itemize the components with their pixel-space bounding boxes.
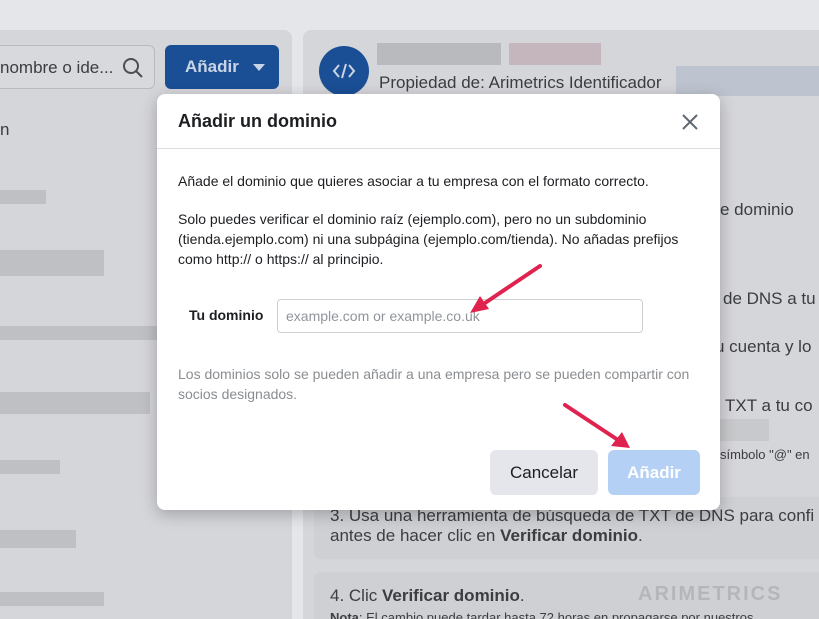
step-4-prefix: 4. Clic [330, 586, 382, 605]
txt-fragment: TXT a tu co [725, 396, 813, 415]
step-3-line-2: antes de hacer clic en Verificar dominio… [330, 526, 643, 546]
domain-field-label: Tu dominio [189, 307, 264, 323]
dialog-header: Añadir un dominio [157, 94, 720, 149]
step-3-suffix: . [638, 526, 643, 545]
blurred-title [377, 43, 501, 65]
blurred-list-item [0, 250, 104, 276]
code-icon [319, 46, 369, 96]
dialog-instructions: Solo puedes verificar el dominio raíz (e… [178, 211, 679, 267]
step-4-bold: Verificar dominio [381, 586, 520, 605]
blurred-title [509, 43, 601, 65]
add-domain-dialog: Añadir un dominio Añade el dominio que q… [157, 94, 720, 510]
dns-fragment: de DNS a tu [723, 289, 816, 308]
left-fragment: n [0, 120, 10, 139]
caret-down-icon [252, 63, 265, 71]
blurred-list-item [0, 530, 76, 548]
blurred-identifier [676, 66, 819, 96]
blurred-list-item [0, 190, 46, 204]
step-4-line: 4. Clic Verificar dominio. [330, 586, 525, 606]
step-3-bold: Verificar dominio [500, 526, 639, 545]
search-icon[interactable] [122, 57, 144, 79]
note-bold: Nota [330, 610, 359, 619]
add-dropdown-button[interactable]: Añadir [165, 45, 279, 89]
blurred-list-item [0, 392, 150, 414]
step-4-suffix: . [519, 586, 525, 605]
watermark-logo: ARIMETRICS [638, 583, 783, 605]
tab-domain-fragment[interactable]: e dominio [720, 200, 794, 220]
account-fragment: u cuenta y lo [715, 337, 812, 356]
blurred-list-item [0, 460, 60, 474]
dialog-note: Los dominios solo se pueden añadir a una… [178, 366, 690, 402]
symbol-fragment: símbolo "@" en [720, 447, 810, 462]
close-icon[interactable] [679, 111, 701, 133]
search-input-text: nombre o ide... [0, 58, 114, 77]
domain-input[interactable] [277, 299, 643, 333]
dialog-title: Añadir un dominio [178, 111, 337, 131]
note-text: : El cambio puede tardar hasta 72 horas … [358, 610, 754, 619]
dialog-intro: Añade el dominio que quieres asociar a t… [178, 173, 649, 189]
property-line: Propiedad de: Arimetrics Identificador [379, 73, 662, 92]
step-3-prefix: antes de hacer clic en [330, 526, 501, 545]
cancel-button[interactable]: Cancelar [490, 450, 598, 495]
blurred-list-item [0, 592, 104, 606]
add-button-label: Añadir [185, 57, 239, 76]
add-domain-button[interactable]: Añadir [608, 450, 700, 495]
step-4-note: Nota: El cambio puede tardar hasta 72 ho… [330, 610, 753, 619]
